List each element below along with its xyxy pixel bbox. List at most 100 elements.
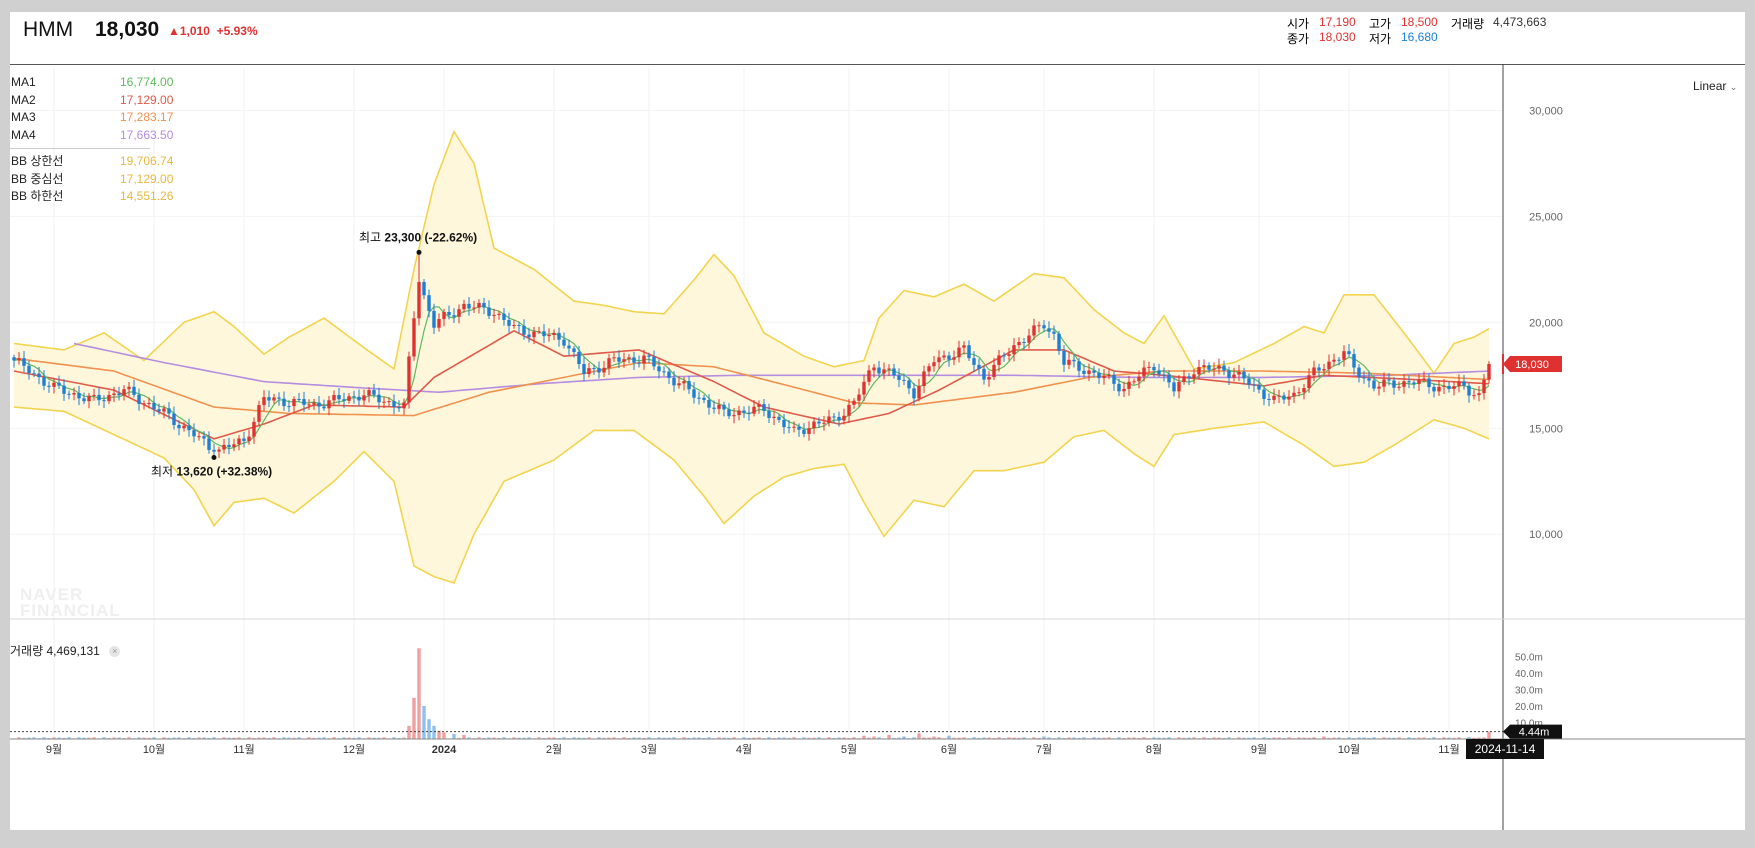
- volume-bar: [422, 706, 426, 739]
- candle-body: [1307, 375, 1311, 389]
- candle-body: [497, 313, 501, 315]
- candle-body: [1112, 374, 1116, 384]
- candle-body: [717, 404, 721, 409]
- candle-body: [47, 385, 51, 387]
- candle-body: [727, 409, 731, 417]
- x-tick-label: 2024: [432, 744, 457, 756]
- candle-body: [327, 400, 331, 409]
- candle-body: [1382, 379, 1386, 387]
- candle-body: [372, 390, 376, 395]
- candle-body: [1032, 325, 1036, 336]
- candle-body: [152, 402, 156, 410]
- candle-body: [387, 401, 391, 403]
- candle-body: [582, 364, 586, 375]
- candle-body: [977, 364, 981, 369]
- candle-body: [1477, 393, 1481, 396]
- candle-body: [407, 356, 411, 403]
- candle-body: [312, 402, 316, 405]
- candle-body: [102, 400, 106, 402]
- candle-body: [947, 355, 951, 360]
- candle-body: [1367, 378, 1371, 381]
- candle-body: [922, 371, 926, 387]
- candle-body: [397, 407, 401, 409]
- candle-body: [1262, 389, 1266, 399]
- candle-body: [607, 358, 611, 368]
- candle-body: [1467, 385, 1471, 396]
- candle-body: [1402, 381, 1406, 387]
- candle-body: [377, 394, 381, 403]
- low-annotation-text: 13,620 (+32.38%): [176, 465, 272, 479]
- candle-body: [92, 394, 96, 396]
- candle-body: [937, 357, 941, 363]
- candle-body: [867, 370, 871, 382]
- candle-body: [187, 425, 191, 431]
- candle-body: [1447, 385, 1451, 389]
- candle-body: [797, 426, 801, 430]
- candle-body: [332, 395, 336, 401]
- candle-body: [682, 381, 686, 384]
- candlestick-chart[interactable]: 10,000 15,000 20,000 25,000 30,000 50.0m 40.0m…: [10, 12, 1745, 830]
- candle-body: [337, 395, 341, 400]
- volume-bar: [917, 733, 921, 739]
- candle-body: [1237, 371, 1241, 375]
- candle-body: [962, 345, 966, 348]
- candle-body: [547, 335, 551, 337]
- candle-body: [1392, 380, 1396, 388]
- candle-body: [1002, 355, 1006, 357]
- candle-body: [1162, 374, 1166, 376]
- close-icon[interactable]: ×: [109, 646, 121, 658]
- candle-body: [627, 357, 631, 360]
- candle-body: [537, 331, 541, 333]
- candle-body: [1097, 372, 1101, 379]
- candle-body: [257, 405, 261, 422]
- low-marker: [211, 455, 217, 461]
- candle-body: [1332, 359, 1336, 362]
- candle-body: [592, 368, 596, 370]
- candle-body: [752, 406, 756, 414]
- candle-body: [1187, 376, 1191, 379]
- candle-body: [842, 415, 846, 421]
- legend-row-ma2: MA2 17,129.00: [10, 92, 180, 110]
- candle-body: [227, 444, 231, 447]
- candle-body: [677, 383, 681, 386]
- candle-body: [527, 334, 531, 338]
- candle-body: [417, 282, 421, 319]
- candle-body: [772, 416, 776, 418]
- legend-name: MA3: [11, 110, 36, 124]
- candle-body: [207, 438, 211, 450]
- candle-body: [17, 358, 21, 361]
- candle-body: [442, 311, 446, 320]
- candle-body: [62, 385, 66, 394]
- candle-body: [687, 381, 691, 390]
- candle-body: [107, 394, 111, 402]
- candle-body: [1222, 365, 1226, 371]
- candle-body: [622, 359, 626, 362]
- candle-body: [277, 397, 281, 399]
- candle-body: [782, 419, 786, 428]
- volume-bars: [12, 648, 1491, 739]
- candle-body: [252, 421, 256, 437]
- candle-body: [1247, 378, 1251, 385]
- candle-body: [1437, 386, 1441, 392]
- x-tick-label: 10월: [1338, 743, 1360, 756]
- scale-mode-dropdown[interactable]: Linear ⌄: [1693, 79, 1737, 93]
- candle-body: [562, 339, 566, 346]
- volume-bar: [412, 697, 416, 739]
- candle-body: [487, 307, 491, 316]
- candle-body: [212, 449, 216, 452]
- candle-body: [1082, 370, 1086, 374]
- candle-body: [112, 393, 116, 395]
- indicator-legend: MA1 16,774.00 MA2 17,129.00 MA3 17,283.17 MA4 1…: [10, 74, 180, 206]
- candle-body: [812, 421, 816, 429]
- bollinger-bands: [13, 129, 1490, 584]
- candle-body: [732, 415, 736, 417]
- legend-name: BB 하한선: [11, 189, 64, 203]
- candle-body: [1037, 325, 1041, 327]
- legend-row-bb-0: BB 상한선 19,706.74: [10, 153, 180, 171]
- candle-body: [707, 399, 711, 408]
- volume-panel-label: 거래량: [10, 644, 44, 658]
- candle-body: [1007, 354, 1011, 356]
- candle-body: [522, 325, 526, 335]
- candle-body: [847, 404, 851, 416]
- legend-value: 17,129.00: [120, 171, 174, 186]
